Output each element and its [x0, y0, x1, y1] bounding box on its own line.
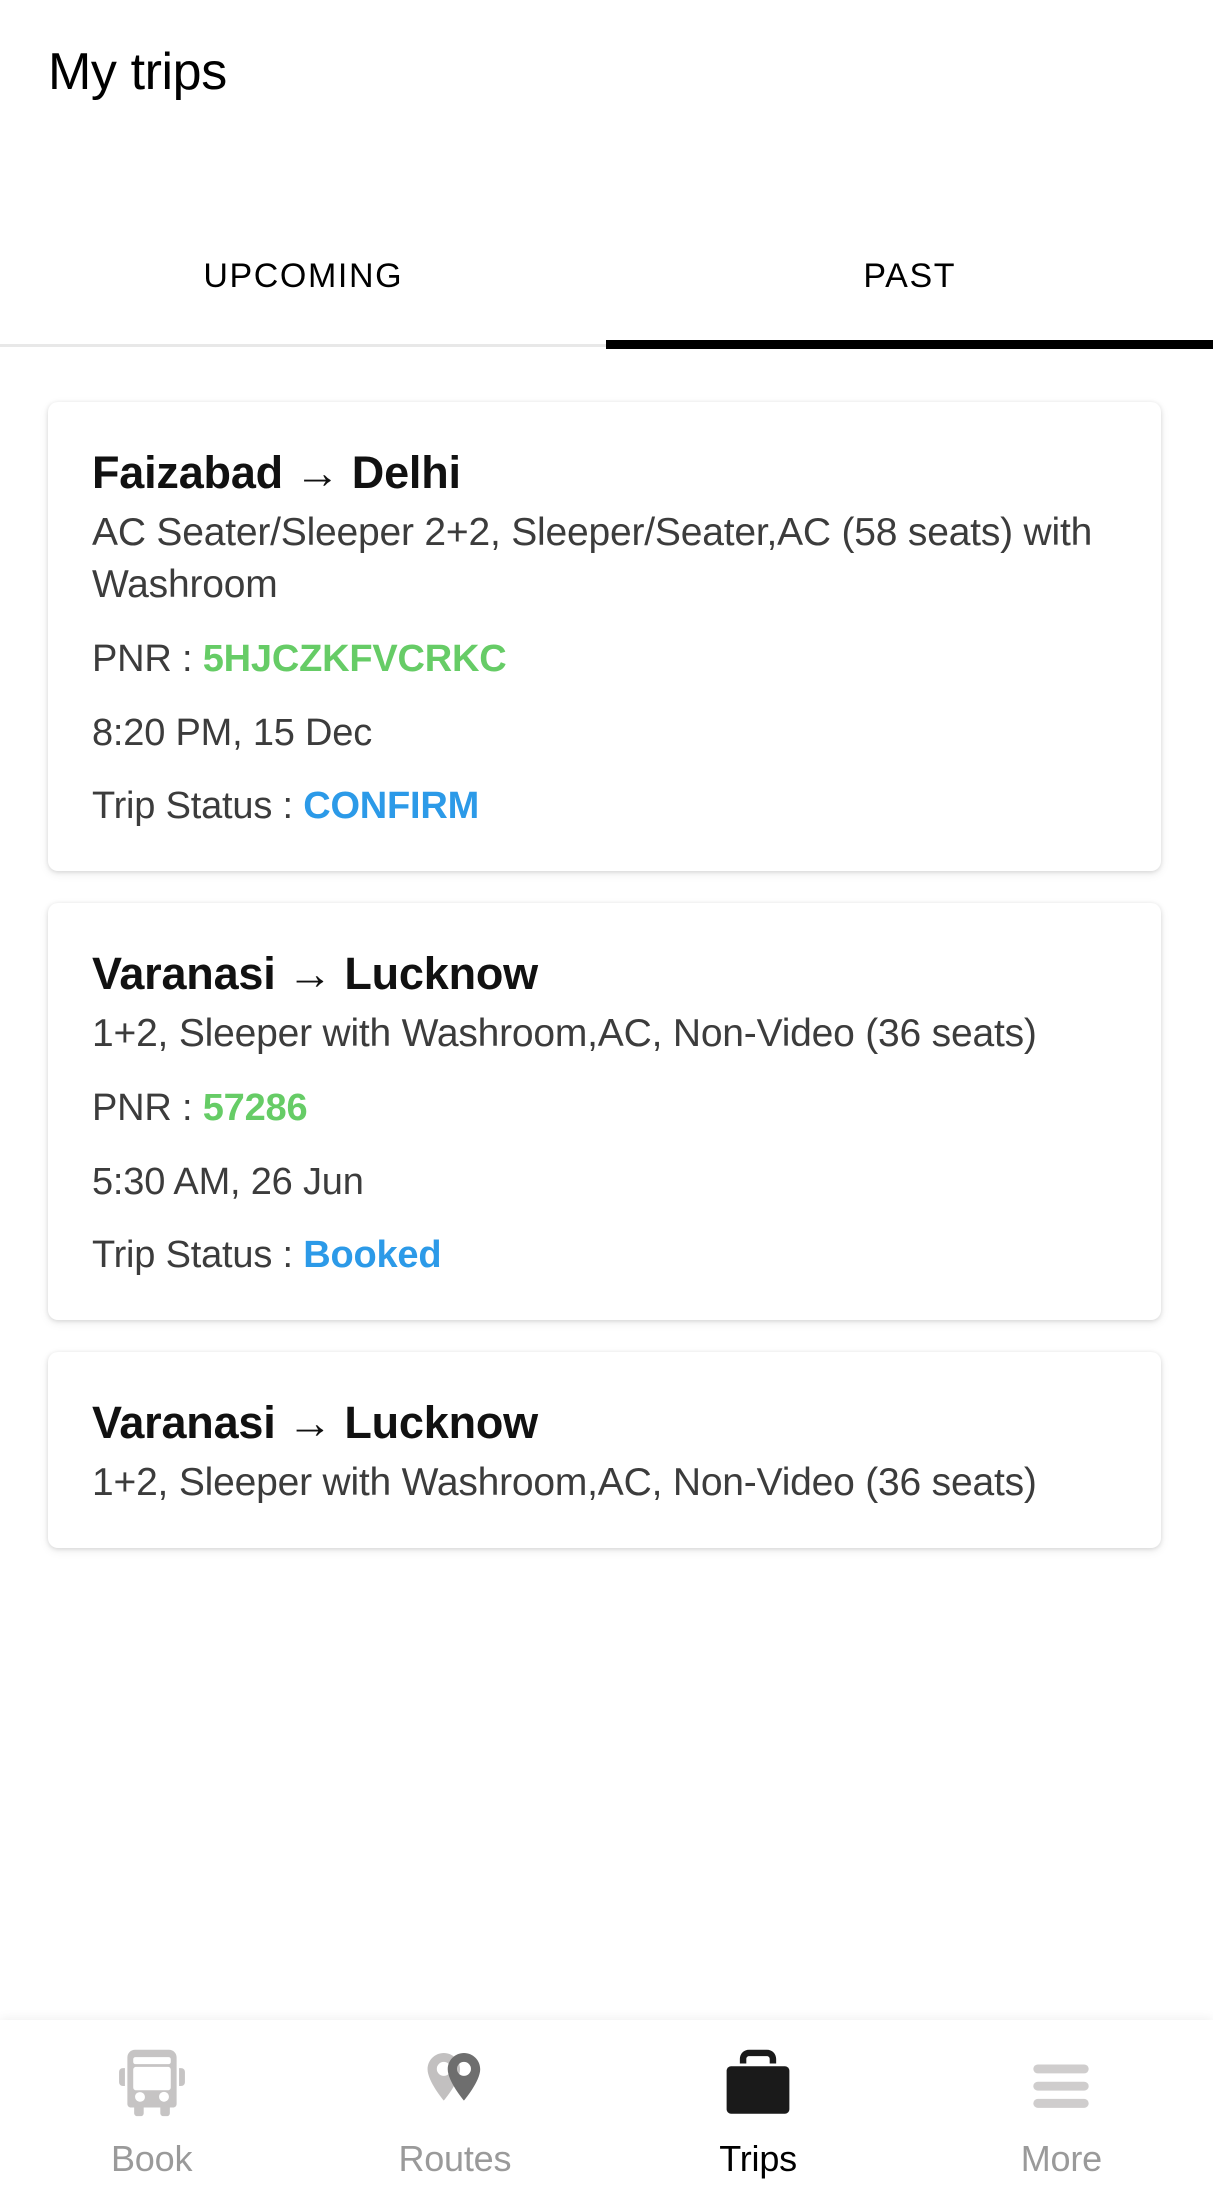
- departure-time: 8:20 PM, 15 Dec: [92, 711, 373, 754]
- pnr-value: 57286: [202, 1087, 308, 1130]
- arrow-right-icon: →: [287, 1396, 333, 1448]
- nav-item-more[interactable]: More: [910, 2038, 1213, 2180]
- pnr-label: PNR :: [92, 638, 203, 681]
- trip-destination: Delhi: [351, 447, 461, 498]
- status-line: Trip Status : CONFIRM: [92, 783, 1117, 831]
- trip-origin: Varanasi: [92, 1396, 276, 1448]
- trips-tabbar: UPCOMING PAST: [0, 218, 1213, 346]
- trip-destination: Lucknow: [344, 1396, 538, 1448]
- nav-label-book: Book: [110, 2138, 193, 2179]
- nav-label-more: More: [1020, 2138, 1102, 2179]
- nav-item-trips[interactable]: Trips: [607, 2038, 910, 2180]
- trip-route: Varanasi → Lucknow: [92, 1396, 1117, 1449]
- trip-card[interactable]: Varanasi → Lucknow 1+2, Sleeper with Washr…: [48, 902, 1161, 1320]
- pnr-label: PNR :: [92, 1087, 203, 1130]
- tab-past[interactable]: PAST: [607, 218, 1213, 346]
- status-line: Trip Status : Booked: [92, 1232, 1117, 1280]
- trip-card[interactable]: Faizabad → Delhi AC Seater/Sleeper 2+2, Sl…: [48, 402, 1161, 871]
- my-trips-screen: My trips UPCOMING PAST Faizabad → Delhi AC…: [0, 0, 1213, 2200]
- briefcase-icon: [720, 2038, 796, 2134]
- trip-card[interactable]: Varanasi → Lucknow 1+2, Sleeper with Washr…: [48, 1351, 1161, 1549]
- bus-description: 1+2, Sleeper with Washroom,AC, Non-Video…: [92, 1011, 1037, 1055]
- arrow-right-icon: →: [287, 947, 333, 999]
- departure-time: 5:30 AM, 26 Jun: [92, 1160, 364, 1203]
- bus-icon: [115, 2038, 189, 2134]
- status-badge: CONFIRM: [303, 785, 480, 828]
- nav-item-routes[interactable]: Routes: [303, 2038, 606, 2180]
- nav-label-routes: Routes: [398, 2138, 512, 2179]
- hamburger-icon: [1023, 2038, 1099, 2134]
- bottom-navigation: Book Routes Trips More: [0, 2020, 1213, 2200]
- nav-item-book[interactable]: Book: [0, 2038, 303, 2180]
- bus-description: AC Seater/Sleeper 2+2, Sleeper/Seater,AC…: [92, 511, 1093, 606]
- status-label: Trip Status :: [92, 1234, 304, 1277]
- pnr-value: 5HJCZKFVCRKC: [202, 638, 507, 681]
- trip-origin: Varanasi: [92, 947, 276, 999]
- trip-route: Varanasi → Lucknow: [92, 947, 1117, 1000]
- nav-label-trips: Trips: [719, 2138, 797, 2179]
- status-badge: Booked: [303, 1234, 442, 1277]
- page-title: My trips: [48, 43, 227, 101]
- active-tab-indicator: [606, 340, 1213, 349]
- trip-route: Faizabad → Delhi: [92, 446, 1117, 499]
- trip-destination: Lucknow: [344, 947, 538, 999]
- tab-upcoming[interactable]: UPCOMING: [0, 218, 607, 346]
- pnr-line: PNR : 5HJCZKFVCRKC: [92, 636, 1117, 684]
- trip-origin: Faizabad: [92, 447, 283, 498]
- status-label: Trip Status :: [92, 785, 304, 828]
- trips-list[interactable]: Faizabad → Delhi AC Seater/Sleeper 2+2, Sl…: [0, 370, 1213, 2020]
- bus-description: 1+2, Sleeper with Washroom,AC, Non-Video…: [92, 1460, 1037, 1504]
- pnr-line: PNR : 57286: [92, 1085, 1117, 1133]
- arrow-right-icon: →: [294, 447, 340, 498]
- map-pins-icon: [413, 2038, 497, 2134]
